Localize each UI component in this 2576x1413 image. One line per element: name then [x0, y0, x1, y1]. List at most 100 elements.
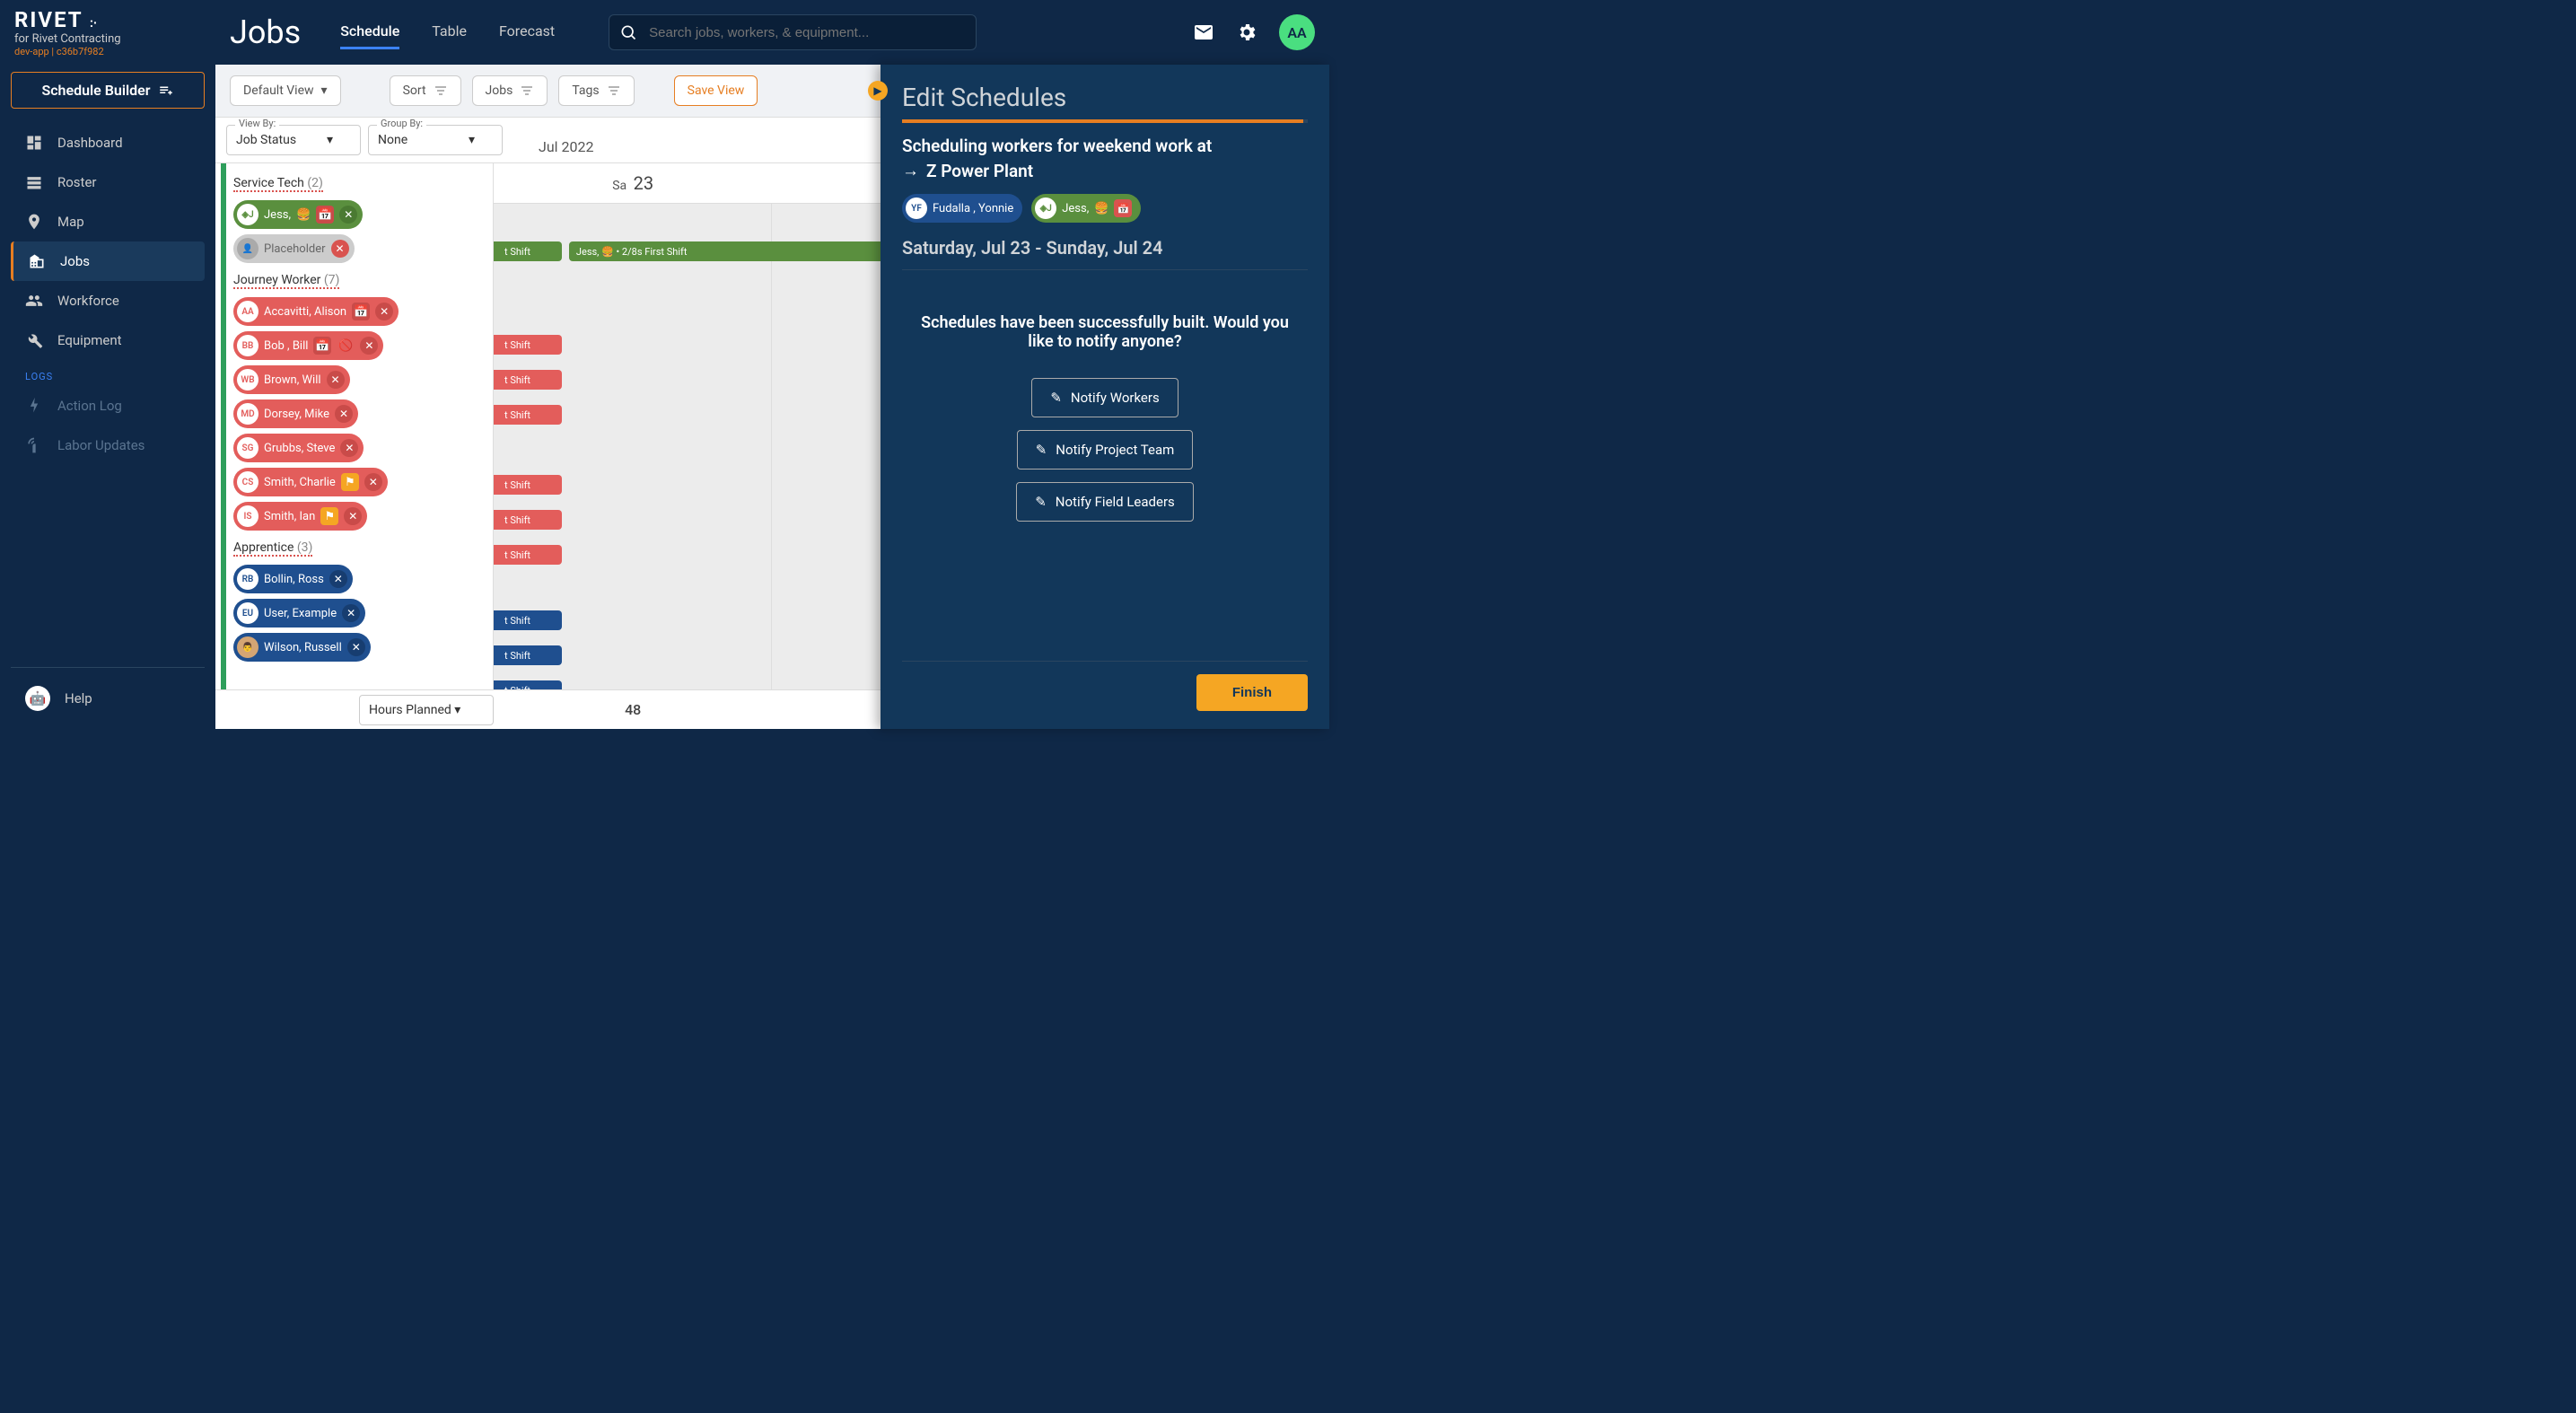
notify-workers-button[interactable]: ✎Notify Workers	[1031, 378, 1178, 417]
worker-chip[interactable]: WBBrown, Will✕	[233, 365, 350, 394]
group-apprentice: Apprentice (3)	[233, 540, 312, 557]
page-title: Jobs	[230, 13, 301, 51]
panel-date-range: Saturday, Jul 23 - Sunday, Jul 24	[902, 237, 1308, 270]
worker-chip[interactable]: RBBollin, Ross✕	[233, 565, 353, 593]
tab-schedule[interactable]: Schedule	[340, 15, 399, 49]
collapse-panel-button[interactable]: ▶	[868, 81, 888, 101]
worker-chip[interactable]: 👨Wilson, Russell✕	[233, 633, 371, 662]
hours-cell: 48	[494, 701, 772, 718]
schedule-event[interactable]: t Shift	[494, 680, 562, 689]
finish-button[interactable]: Finish	[1196, 674, 1308, 711]
arrow-right-icon: →	[902, 160, 919, 181]
remove-icon[interactable]: ✕	[335, 405, 353, 423]
schedule-event[interactable]: t Shift	[494, 405, 562, 425]
worker-chip-jess[interactable]: ◈JJess, 🍔 📅✕	[233, 200, 363, 229]
sidebar-item-help[interactable]: 🤖Help	[11, 675, 205, 722]
worker-chip[interactable]: ISSmith, Ian⚑✕	[233, 502, 367, 531]
scheduled-worker-chip[interactable]: YFFudalla , Yonnie	[902, 194, 1022, 223]
equipment-icon	[25, 331, 43, 349]
placeholder-chip[interactable]: 👤Placeholder✕	[233, 234, 355, 263]
flag-icon[interactable]: ⚑	[341, 473, 359, 491]
sidebar-item-equipment[interactable]: Equipment	[11, 320, 205, 360]
sidebar-item-dashboard[interactable]: Dashboard	[11, 123, 205, 162]
calendar-remove-icon[interactable]: 📅	[352, 303, 370, 320]
tags-filter-button[interactable]: Tags	[558, 75, 634, 106]
save-view-button[interactable]: Save View	[674, 75, 758, 106]
block-icon[interactable]: 🚫	[337, 337, 355, 355]
schedule-event[interactable]: t Shift	[494, 475, 562, 495]
sidebar-item-roster[interactable]: Roster	[11, 162, 205, 202]
schedule-event[interactable]: t Shift	[494, 610, 562, 630]
remove-icon[interactable]: ✕	[329, 570, 347, 588]
worker-chip[interactable]: BBBob , Bill📅🚫✕	[233, 331, 383, 360]
sort-button[interactable]: Sort	[390, 75, 461, 106]
schedule-event[interactable]: t Shift	[494, 645, 562, 665]
flag-icon[interactable]: ⚑	[320, 507, 338, 525]
default-view-button[interactable]: Default View ▾	[230, 75, 341, 106]
remove-icon[interactable]: ✕	[375, 303, 393, 320]
person-icon: 👤	[237, 238, 258, 259]
avatar[interactable]: AA	[1279, 14, 1315, 50]
sidebar-item-labor-updates[interactable]: Labor Updates	[11, 426, 205, 465]
schedule-event[interactable]: t Shift	[494, 370, 562, 390]
mail-icon[interactable]	[1193, 22, 1214, 43]
search-input[interactable]	[609, 14, 977, 50]
org-name: for Rivet Contracting	[14, 32, 212, 46]
schedule-event[interactable]: t Shift	[494, 510, 562, 530]
tab-table[interactable]: Table	[432, 15, 467, 49]
day-header: Sa 23	[494, 163, 772, 203]
group-by-label: Group By:	[377, 118, 426, 129]
worker-chip[interactable]: CSSmith, Charlie⚑✕	[233, 468, 388, 496]
dashboard-icon	[25, 134, 43, 152]
worker-chip[interactable]: MDDorsey, Mike✕	[233, 399, 358, 428]
filter-icon	[520, 83, 534, 98]
notify-project-team-button[interactable]: ✎Notify Project Team	[1017, 430, 1194, 470]
gear-icon[interactable]	[1236, 22, 1257, 43]
jobs-icon	[28, 252, 46, 270]
chevron-down-icon: ▾	[327, 133, 333, 147]
remove-icon[interactable]: ✕	[331, 240, 349, 258]
sort-icon	[434, 83, 448, 98]
dev-tag: dev-app | c36b7f982	[14, 46, 212, 57]
chevron-down-icon: ▾	[469, 133, 475, 147]
progress-bar	[902, 119, 1308, 123]
calendar-remove-icon[interactable]: 📅	[316, 206, 334, 224]
hours-planned-select[interactable]: Hours Planned ▾	[359, 695, 494, 725]
worker-chip[interactable]: AAAccavitti, Alison📅✕	[233, 297, 399, 326]
sidebar-item-map[interactable]: Map	[11, 202, 205, 241]
remove-icon[interactable]: ✕	[360, 337, 378, 355]
remove-icon[interactable]: ✕	[327, 371, 345, 389]
worker-chip[interactable]: EUUser, Example✕	[233, 599, 365, 628]
schedule-event[interactable]: t Shift	[494, 241, 562, 261]
schedule-builder-button[interactable]: Schedule Builder	[11, 72, 205, 109]
worker-chip[interactable]: SGGrubbs, Steve✕	[233, 434, 364, 462]
schedule-event[interactable]: t Shift	[494, 545, 562, 565]
sidebar-item-workforce[interactable]: Workforce	[11, 281, 205, 320]
avatar-initials: ◈J	[237, 204, 258, 225]
remove-icon[interactable]: ✕	[340, 439, 358, 457]
group-by-select[interactable]: None ▾	[368, 125, 503, 155]
scheduled-worker-chip[interactable]: ◈JJess, 🍔 📅	[1031, 194, 1141, 223]
remove-icon[interactable]: ✕	[342, 604, 360, 622]
remove-icon[interactable]: ✕	[344, 507, 362, 525]
remove-icon[interactable]: ✕	[347, 638, 365, 656]
sidebar-item-jobs[interactable]: Jobs	[11, 241, 205, 281]
schedule-event[interactable]: t Shift	[494, 335, 562, 355]
remove-icon[interactable]: ✕	[364, 473, 382, 491]
map-icon	[25, 213, 43, 231]
jobs-filter-button[interactable]: Jobs	[472, 75, 548, 106]
panel-title: Edit Schedules	[902, 83, 1308, 112]
calendar-icon[interactable]: 📅	[313, 337, 331, 355]
month-label: Jul 2022	[521, 138, 593, 155]
workforce-icon	[25, 292, 43, 310]
success-message: Schedules have been successfully built. …	[911, 313, 1299, 351]
calendar-badge-icon: 📅	[1114, 199, 1132, 217]
view-by-select[interactable]: Job Status ▾	[226, 125, 361, 155]
notify-field-leaders-button[interactable]: ✎Notify Field Leaders	[1016, 482, 1194, 522]
pencil-icon: ✎	[1035, 494, 1047, 510]
avatar-initials: WB	[237, 369, 258, 391]
sidebar-item-action-log[interactable]: Action Log	[11, 386, 205, 426]
filter-icon	[607, 83, 621, 98]
remove-icon[interactable]: ✕	[339, 206, 357, 224]
tab-forecast[interactable]: Forecast	[499, 15, 555, 49]
